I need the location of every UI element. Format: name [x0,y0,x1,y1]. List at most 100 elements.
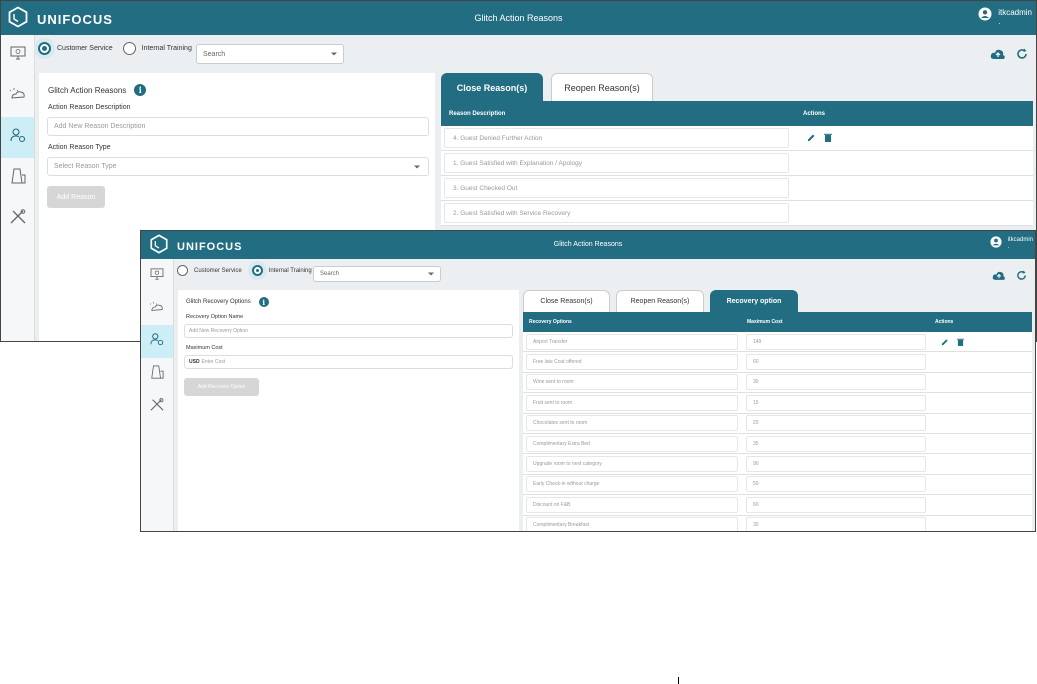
radio-label: Customer Service [194,267,242,274]
tab-close-reasons[interactable]: Close Reason(s) [441,73,543,101]
chevron-down-icon[interactable] [331,52,337,56]
cloud-upload-icon[interactable] [990,47,1006,65]
reason-type-select[interactable]: Select Reason Type [47,157,429,176]
reason-description-input[interactable]: Add New Reason Description [47,117,429,136]
weather-icon [149,300,165,318]
sidebar-item-tools[interactable] [1,199,34,240]
sidebar-item-cleaning[interactable] [1,158,34,199]
stray-cursor-mark [678,677,679,684]
radio-internal-training[interactable]: Internal Training [251,265,312,276]
edit-icon[interactable] [807,129,816,147]
radio-customer-service[interactable]: Customer Service [177,265,242,276]
reason-description-cell[interactable]: 4. Guest Denied Further Action [444,128,789,148]
column-header: Recovery Options [529,319,572,325]
table-row: Complimentary Breakfast 30 [523,515,1032,531]
user-sub: . [1007,244,1010,250]
add-reason-button[interactable]: Add Reason [47,186,105,208]
top-bar: UNIFOCUS Glitch Action Reasons itkcadmin… [141,231,1035,259]
chevron-down-icon[interactable] [428,272,434,276]
table-row: 2. Guest Satisfied with Service Recovery [441,201,1033,226]
reason-description-cell[interactable]: 2. Guest Satisfied with Service Recovery [444,203,789,223]
tab-close-reasons[interactable]: Close Reason(s) [523,290,610,312]
recovery-table-body: Airport Transfer 149 Free late Cout offere… [523,332,1032,531]
maximum-cost-cell[interactable]: 90 [746,456,926,473]
tools-icon [9,209,27,230]
recovery-option-cell[interactable]: Wine sent to room [526,374,738,391]
user-circle-icon[interactable] [978,7,992,26]
reason-description-cell[interactable]: 1. Guest Satisfied with Explanation / Ap… [444,153,789,173]
maximum-cost-cell[interactable]: 50 [746,476,926,493]
radio-indicator[interactable] [38,42,51,55]
sidebar-item-weather[interactable] [141,292,173,325]
recovery-option-cell[interactable]: Complimentary Breakfast [526,517,738,531]
sidebar-item-tools[interactable] [141,391,173,424]
sidebar-item-cleaning[interactable] [141,358,173,391]
user-sub: . [998,16,1001,26]
user-settings-icon [9,127,26,148]
table-row: Chocolates sent to room 20 [523,413,1032,434]
tab-reopen-reasons[interactable]: Reopen Reason(s) [551,73,653,101]
maximum-cost-cell[interactable]: 35 [746,435,926,452]
radio-customer-service[interactable]: Customer Service [38,42,113,55]
sidebar-item-user-settings[interactable] [141,325,173,358]
recovery-option-cell[interactable]: Fruit sent to room [526,394,738,411]
recovery-option-cell[interactable]: Airport Transfer [526,333,738,350]
recovery-option-cell[interactable]: Chocolates sent to room [526,415,738,432]
recovery-option-cell[interactable]: Free late Cout offered [526,354,738,371]
user-menu[interactable]: itkcadmin . [990,235,1033,253]
sidebar-item-weather[interactable] [1,76,34,117]
maximum-cost-cell[interactable]: 30 [746,517,926,531]
radio-indicator[interactable] [177,265,188,276]
chevron-down-icon[interactable] [414,165,420,168]
radio-indicator[interactable] [122,42,136,55]
view-radio-group: Customer Service Internal Training [38,42,202,55]
radio-label: Customer Service [57,45,113,52]
delete-icon[interactable] [957,333,964,351]
reason-type-label: Action Reason Type [48,144,111,151]
sidebar-item-monitor[interactable] [1,35,34,76]
search-placeholder: Search [203,50,226,58]
input-placeholder: Add New Reason Description [54,123,146,130]
search-placeholder: Search [320,271,340,277]
tab-recovery-option[interactable]: Recovery option [710,290,798,312]
monitor-icon [150,267,164,285]
search-input[interactable]: Search [313,266,441,282]
column-header: Actions [935,319,954,325]
user-circle-icon[interactable] [990,235,1002,253]
recovery-option-input[interactable]: Add New Recovery Option [184,324,513,338]
reason-tabs: Close Reason(s) Reopen Reason(s) [441,73,1033,101]
recovery-option-cell[interactable]: Upgrade room to next category [526,456,738,473]
table-row: Airport Transfer 149 [523,332,1032,353]
cloud-upload-icon[interactable] [992,268,1006,286]
reason-description-cell[interactable]: 3. Guest Checked Out [444,178,789,198]
maximum-cost-cell[interactable]: 30 [746,374,926,391]
table-header: Recovery Options Maximum Cost Actions [523,312,1032,332]
refresh-icon[interactable] [1016,268,1027,286]
maximum-cost-input[interactable]: USD Enter Cost [184,355,513,369]
radio-indicator[interactable] [251,265,263,276]
recovery-option-cell[interactable]: Discount on F&B [526,496,738,513]
currency-label: USD [189,359,200,365]
refresh-icon[interactable] [1016,47,1028,65]
tools-icon [149,398,165,417]
tab-reopen-reasons[interactable]: Reopen Reason(s) [616,290,704,312]
recovery-option-cell[interactable]: Complimentary Extra Bed [526,435,738,452]
maximum-cost-cell[interactable]: 15 [746,394,926,411]
radio-internal-training[interactable]: Internal Training [122,42,192,55]
radio-label: Internal Training [141,45,192,52]
sidebar-item-monitor[interactable] [141,259,173,292]
info-icon[interactable]: i [258,297,269,307]
edit-icon[interactable] [941,333,949,351]
user-menu[interactable]: itkcadmin . [978,7,1032,26]
maximum-cost-cell[interactable]: 60 [746,354,926,371]
sidebar-item-user-settings[interactable] [1,117,34,158]
maximum-cost-cell[interactable]: 60 [746,496,926,513]
cleaning-icon [10,167,26,190]
info-icon[interactable]: i [134,84,147,96]
delete-icon[interactable] [824,129,832,147]
search-input[interactable]: Search [196,44,344,64]
add-recovery-option-button[interactable]: Add Recovery Option [184,378,259,396]
recovery-option-cell[interactable]: Early Check-in without charge [526,476,738,493]
maximum-cost-cell[interactable]: 149 [746,333,926,350]
maximum-cost-cell[interactable]: 20 [746,415,926,432]
